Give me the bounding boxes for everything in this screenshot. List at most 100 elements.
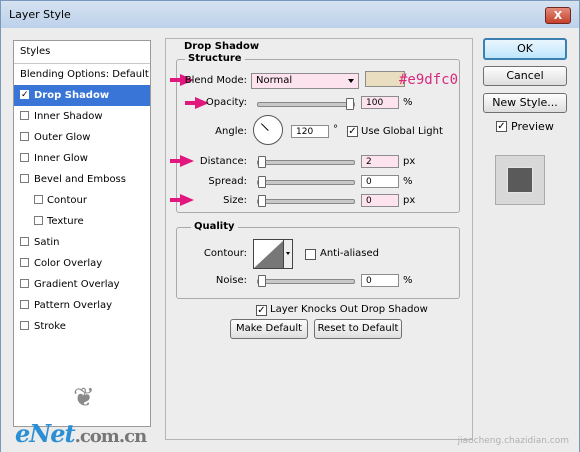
window-title: Layer Style (9, 8, 71, 21)
style-item-drop-shadow[interactable]: ✓ Drop Shadow (14, 85, 150, 106)
style-item-label: Drop Shadow (34, 90, 110, 101)
style-item-inner-shadow[interactable]: Inner Shadow (14, 106, 150, 127)
use-global-light-label: Use Global Light (361, 126, 443, 137)
size-slider-handle[interactable] (258, 195, 266, 207)
color-hex-annotation: #e9dfc0 (399, 72, 459, 88)
spread-label: Spread: (208, 176, 247, 187)
style-item-label: Satin (34, 237, 60, 248)
cancel-button[interactable]: Cancel (483, 66, 567, 86)
opacity-slider-handle[interactable] (346, 98, 354, 110)
preview-label: Preview (511, 120, 554, 133)
opacity-label: Opacity: (205, 97, 247, 108)
style-item-outer-glow[interactable]: Outer Glow (14, 127, 150, 148)
distance-label: Distance: (199, 156, 247, 167)
angle-unit: ° (333, 124, 338, 135)
blend-mode-label: Blend Mode: (184, 75, 247, 86)
structure-title: Structure (185, 53, 245, 64)
layer-style-dialog: Layer Style X Styles Blending Options: D… (0, 0, 580, 452)
style-item-contour[interactable]: Contour (14, 190, 150, 211)
size-unit: px (403, 195, 416, 206)
inner-glow-checkbox[interactable] (20, 153, 29, 162)
style-item-pattern-overlay[interactable]: Pattern Overlay (14, 295, 150, 316)
anti-aliased-label: Anti-aliased (320, 248, 380, 259)
pattern-overlay-checkbox[interactable] (20, 300, 29, 309)
angle-input[interactable]: 120 (291, 125, 329, 138)
gradient-overlay-checkbox[interactable] (20, 279, 29, 288)
blend-mode-select[interactable]: Normal (251, 73, 359, 89)
size-input[interactable]: 0 (361, 194, 399, 207)
style-item-label: Contour (47, 195, 87, 206)
use-global-light-checkbox[interactable]: ✓ (347, 126, 358, 137)
knocks-out-label: Layer Knocks Out Drop Shadow (270, 304, 428, 315)
spread-slider[interactable] (257, 176, 355, 188)
inner-shadow-checkbox[interactable] (20, 111, 29, 120)
opacity-input[interactable]: 100 (361, 96, 399, 109)
style-item-gradient-overlay[interactable]: Gradient Overlay (14, 274, 150, 295)
style-item-satin[interactable]: Satin (14, 232, 150, 253)
style-item-label: Pattern Overlay (34, 300, 113, 311)
contour-checkbox[interactable] (34, 195, 43, 204)
spread-input[interactable]: 0 (361, 175, 399, 188)
contour-label: Contour: (203, 248, 247, 259)
structure-group: Structure Blend Mode: Normal #e9dfc0 Opa… (170, 53, 460, 213)
butterfly-icon: ❦ (73, 383, 95, 413)
distance-input[interactable]: 2 (361, 155, 399, 168)
knocks-out-checkbox[interactable]: ✓ (256, 305, 267, 316)
noise-slider[interactable] (257, 275, 355, 287)
styles-header[interactable]: Styles (14, 41, 150, 64)
distance-unit: px (403, 156, 416, 167)
style-item-label: Inner Shadow (34, 111, 103, 122)
chevron-down-icon[interactable] (283, 240, 292, 268)
blending-options-item[interactable]: Blending Options: Default (14, 64, 150, 85)
satin-checkbox[interactable] (20, 237, 29, 246)
stroke-checkbox[interactable] (20, 321, 29, 330)
spread-unit: % (403, 176, 413, 187)
contour-curve-icon (254, 240, 284, 268)
style-item-texture[interactable]: Texture (14, 211, 150, 232)
noise-unit: % (403, 275, 413, 286)
size-label: Size: (223, 195, 247, 206)
size-slider[interactable] (257, 195, 355, 207)
preview-checkbox[interactable]: ✓ (496, 121, 507, 132)
style-item-inner-glow[interactable]: Inner Glow (14, 148, 150, 169)
noise-slider-handle[interactable] (258, 275, 266, 287)
make-default-button[interactable]: Make Default (230, 319, 308, 339)
opacity-slider[interactable] (257, 98, 355, 110)
color-overlay-checkbox[interactable] (20, 258, 29, 267)
contour-picker[interactable] (253, 239, 293, 269)
blending-options-label: Blending Options: Default (20, 69, 149, 80)
drop-shadow-panel: Drop Shadow Structure Blend Mode: Normal… (165, 38, 473, 440)
style-item-stroke[interactable]: Stroke (14, 316, 150, 337)
style-preview (495, 155, 545, 205)
style-item-label: Color Overlay (34, 258, 103, 269)
distance-slider[interactable] (257, 156, 355, 168)
drop-shadow-checkbox[interactable]: ✓ (20, 90, 29, 100)
opacity-unit: % (403, 97, 413, 108)
style-item-label: Stroke (34, 321, 66, 332)
outer-glow-checkbox[interactable] (20, 132, 29, 141)
distance-slider-handle[interactable] (258, 156, 266, 168)
bevel-emboss-checkbox[interactable] (20, 174, 29, 183)
angle-dial[interactable] (253, 115, 283, 145)
title-bar: Layer Style X (1, 1, 579, 28)
enet-logo: eNet.com.cn (15, 419, 147, 448)
spread-slider-handle[interactable] (258, 176, 266, 188)
new-style-button[interactable]: New Style... (483, 93, 567, 113)
anti-aliased-checkbox[interactable] (305, 249, 316, 260)
style-item-label: Outer Glow (34, 132, 91, 143)
noise-input[interactable]: 0 (361, 274, 399, 287)
style-item-label: Texture (47, 216, 84, 227)
close-button[interactable]: X (545, 7, 571, 24)
style-item-bevel-emboss[interactable]: Bevel and Emboss (14, 169, 150, 190)
styles-list: Styles Blending Options: Default ✓ Drop … (13, 40, 151, 427)
reset-default-button[interactable]: Reset to Default (314, 319, 402, 339)
texture-checkbox[interactable] (34, 216, 43, 225)
ok-button[interactable]: OK (483, 38, 567, 60)
angle-label: Angle: (215, 126, 247, 137)
quality-title: Quality (191, 221, 238, 232)
preview-swatch (508, 168, 532, 192)
quality-group: Quality Contour: Anti-aliased Noise: 0 % (176, 221, 460, 299)
style-item-label: Gradient Overlay (34, 279, 120, 290)
style-item-color-overlay[interactable]: Color Overlay (14, 253, 150, 274)
watermark: jiaocheng.chazidian.com (457, 436, 569, 446)
